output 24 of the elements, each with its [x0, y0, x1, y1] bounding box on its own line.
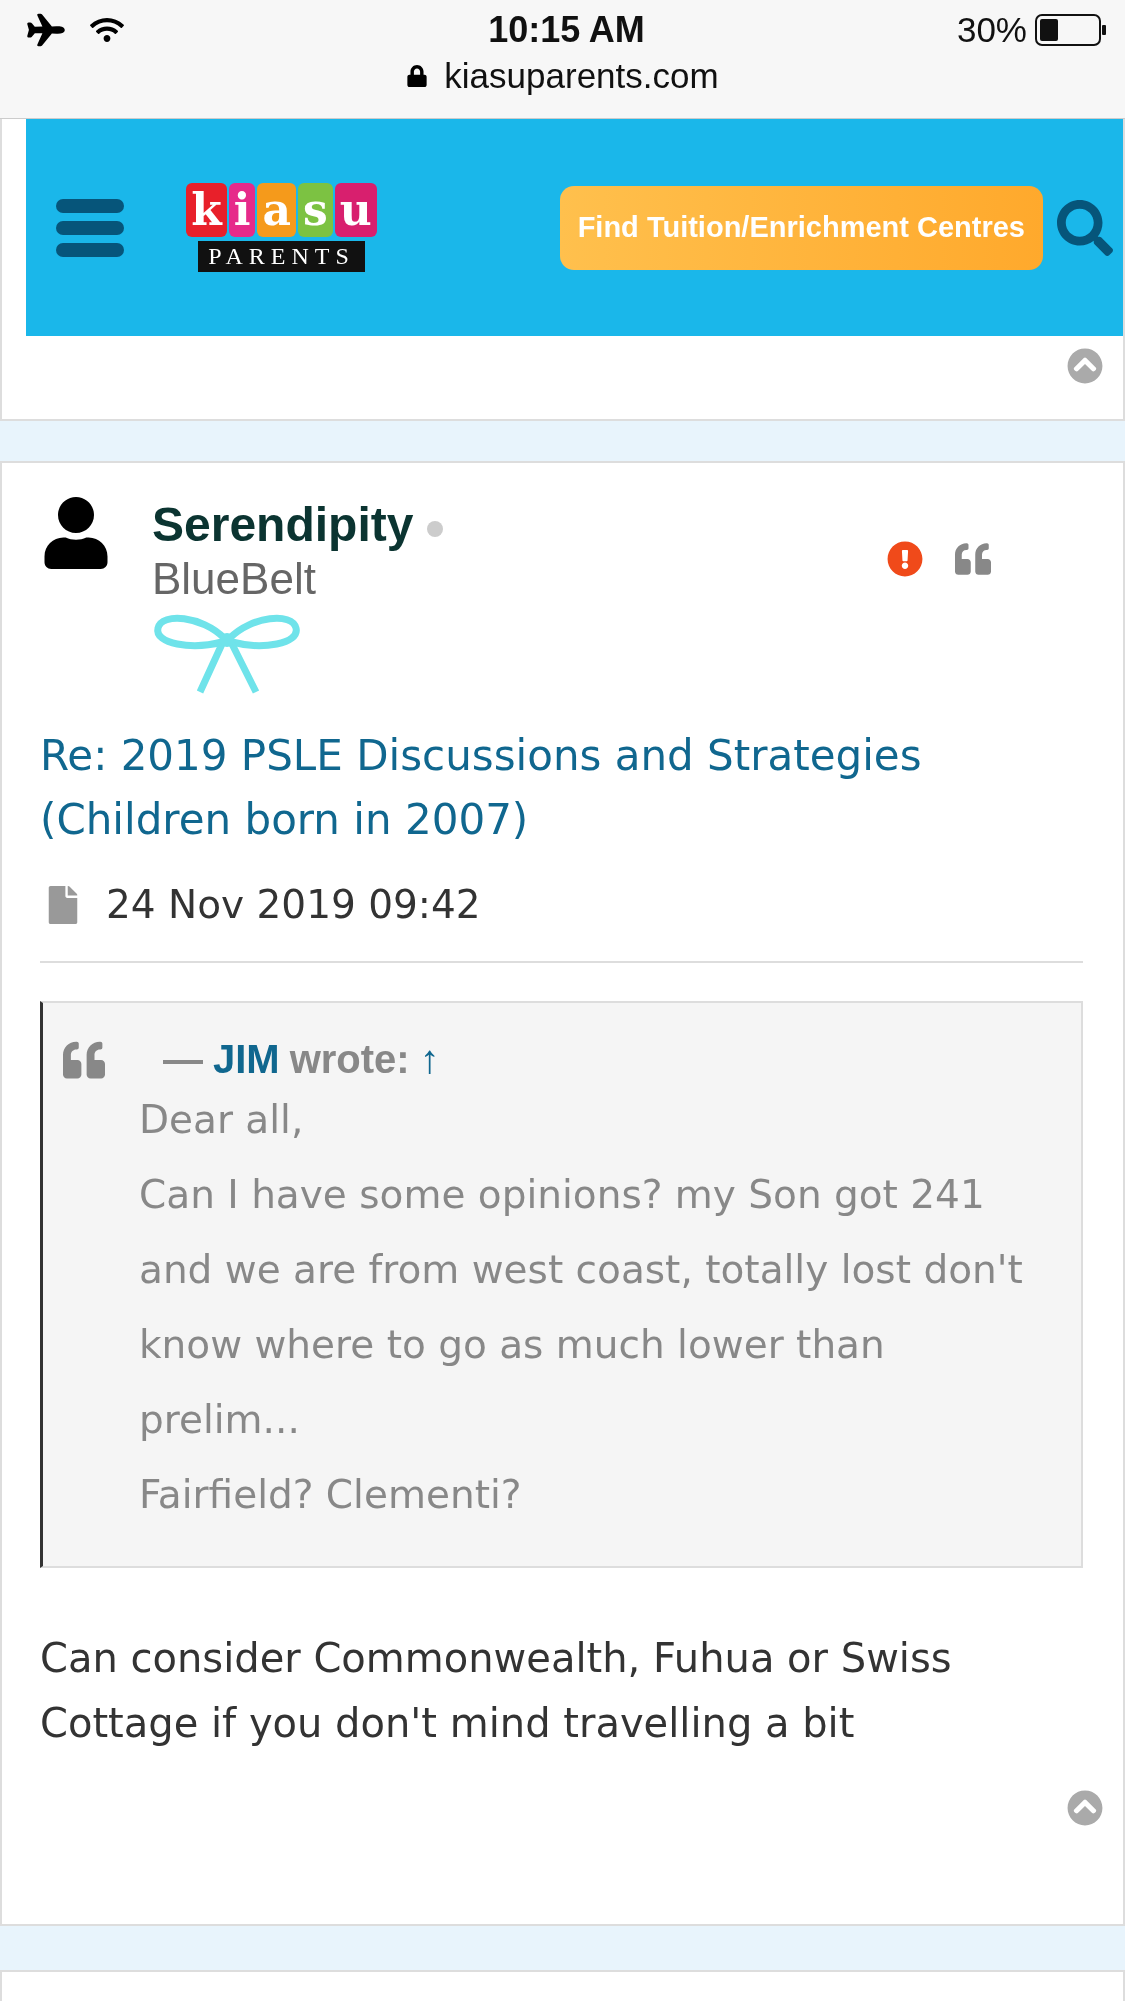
menu-icon[interactable] — [56, 196, 124, 259]
post-date: 24 Nov 2019 09:42 — [106, 882, 481, 927]
quote-text: Can I have some opinions? my Son got 241 and we are from west coast, totally lost don't know where to go as much lower than prelim... — [139, 1171, 1024, 1444]
scroll-up-icon[interactable] — [1067, 1790, 1103, 1826]
battery-icon — [1035, 13, 1107, 47]
search-icon[interactable] — [1057, 199, 1113, 256]
address-bar-url[interactable]: kiasuparents.com — [444, 56, 719, 96]
quote-text: Fairfield? Clementi? — [139, 1471, 523, 1519]
author-name[interactable]: Serendipity — [152, 497, 414, 552]
author-rank: BlueBelt — [152, 553, 317, 605]
quote-dash: — — [163, 1037, 203, 1082]
battery-percentage: 30% — [956, 10, 1027, 50]
quoted-author-link[interactable]: JIM — [213, 1037, 280, 1082]
jump-to-post-link[interactable]: ↑ — [419, 1037, 440, 1082]
quote-wrote-label: wrote: — [289, 1037, 410, 1082]
scroll-up-icon[interactable] — [1067, 348, 1103, 384]
lock-icon — [406, 65, 429, 87]
post-title-link[interactable]: Re: 2019 PSLE Discussions and Strategies (Children born in 2007) — [40, 724, 1083, 852]
status-time: 10:15 AM — [488, 9, 645, 51]
quote-text: Dear all, — [139, 1096, 305, 1144]
post-body: Can consider Commonwealth, Fuhua or Swiss Cottage if you don't mind travelling a bit — [40, 1634, 953, 1748]
quote-icon[interactable] — [955, 541, 991, 577]
report-icon[interactable] — [887, 541, 923, 577]
logo-tagline[interactable]: PARENTS — [198, 241, 365, 272]
